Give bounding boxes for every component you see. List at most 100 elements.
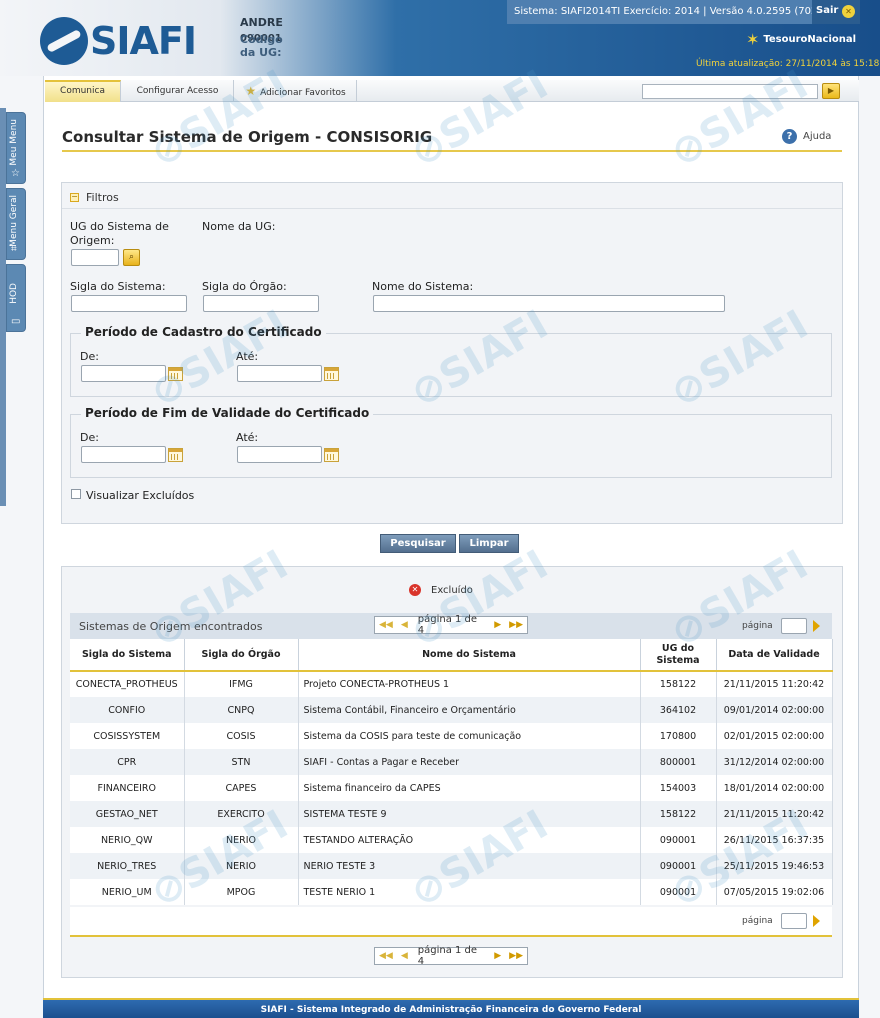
results-table: Sigla do Sistema Sigla do Órgão Nome do …: [70, 639, 833, 905]
help-label: Ajuda: [803, 131, 832, 142]
nome-ug-label: Nome da UG:: [202, 220, 276, 233]
table-row[interactable]: FINANCEIRO CAPES Sistema financeiro da CAP…: [70, 775, 833, 801]
prev-page-icon[interactable]: ◀: [401, 951, 408, 961]
cell-sigla-orgao: MPOG: [184, 879, 299, 905]
ug-sistema-input[interactable]: [71, 249, 119, 266]
calendar-icon[interactable]: [324, 448, 339, 462]
page-number-input[interactable]: [780, 618, 807, 634]
system-info: Sistema: SIAFI2014TI Exercício: 2014 | V…: [507, 0, 812, 24]
menu-search-button[interactable]: ▶: [822, 83, 840, 99]
results-panel: ✕ Excluído Sistemas de Origem encontrado…: [61, 566, 843, 978]
watermark-logo: ⊘SIAFI: [142, 61, 296, 177]
sidebar-tab-meu-menu[interactable]: Meu Menu ☆: [6, 112, 26, 184]
table-row[interactable]: CONFIO CNPQ Sistema Contábil, Financeiro e…: [70, 697, 833, 723]
cell-ug-sistema: 090001: [640, 853, 717, 879]
logout-button[interactable]: Sair ✕: [812, 0, 860, 24]
visualizar-excluidos-checkbox[interactable]: [71, 489, 81, 499]
prev-page-icon[interactable]: ◀: [401, 620, 408, 630]
calendar-icon[interactable]: [168, 367, 183, 381]
main-content: Comunica Configurar Acesso ★ Adicionar Fa…: [43, 61, 859, 998]
table-header-row: Sigla do Sistema Sigla do Órgão Nome do …: [70, 639, 833, 672]
collapse-icon[interactable]: −: [70, 193, 79, 202]
visualizar-excluidos-label: Visualizar Excluídos: [86, 489, 195, 502]
table-row[interactable]: GESTAO_NET EXERCITO SISTEMA TESTE 9 158122 2…: [70, 801, 833, 827]
cadastro-ate-input[interactable]: [237, 365, 322, 382]
header: SIAFI ANDRE Código da UG: 090001 Sistema:…: [0, 0, 880, 76]
cadastro-de-label: De:: [80, 350, 99, 363]
cell-nome-sistema: TESTE NERIO 1: [298, 879, 641, 905]
clear-button[interactable]: Limpar: [459, 534, 519, 553]
first-page-icon[interactable]: ◀◀: [379, 951, 393, 961]
user-ug: Código da UG: 090001: [240, 33, 283, 59]
sidebar-tab-hod[interactable]: HOD ▭: [6, 264, 26, 332]
last-update: Última atualização: 27/11/2014 às 15:18: [696, 59, 880, 69]
excluido-label: Excluído: [431, 584, 473, 596]
table-row[interactable]: NERIO_UM MPOG TESTE NERIO 1 090001 07/05/201…: [70, 879, 833, 905]
cell-sigla-orgao: CAPES: [184, 775, 299, 801]
siafi-logo: SIAFI: [40, 16, 197, 66]
ug-label: Código da UG:: [240, 33, 283, 59]
calendar-icon[interactable]: [324, 367, 339, 381]
cell-sigla-orgao: IFMG: [184, 671, 299, 697]
title-divider: [62, 150, 842, 152]
watermark-logo: ⊘SIAFI: [662, 61, 816, 177]
cell-sigla-sistema: CONFIO: [70, 697, 185, 723]
cell-ug-sistema: 090001: [640, 827, 717, 853]
table-body: CONECTA_PROTHEUS IFMG Projeto CONECTA-PROT…: [70, 671, 833, 905]
menu-search-input[interactable]: [642, 84, 818, 99]
tesouro-logo: ✶ TesouroNacional: [746, 30, 856, 49]
last-page-icon[interactable]: ▶▶: [509, 951, 523, 961]
tab-label: Adicionar Favoritos: [260, 88, 346, 98]
tab-adicionar-favoritos[interactable]: ★ Adicionar Favoritos: [235, 80, 357, 102]
cadastro-de-input[interactable]: [81, 365, 166, 382]
first-page-icon[interactable]: ◀◀: [379, 620, 393, 630]
tab-configurar-acesso[interactable]: Configurar Acesso: [122, 80, 234, 102]
table-row[interactable]: NERIO_TRES NERIO NERIO TESTE 3 090001 25/11/…: [70, 853, 833, 879]
cell-ug-sistema: 090001: [640, 879, 717, 905]
nome-sistema-input[interactable]: [373, 295, 725, 312]
search-icon[interactable]: ⌕: [123, 249, 140, 266]
sigla-orgao-input[interactable]: [203, 295, 319, 312]
col-nome-sistema[interactable]: Nome do Sistema: [298, 639, 641, 672]
cell-sigla-sistema: CPR: [70, 749, 185, 775]
col-data-validade[interactable]: Data de Validade: [716, 639, 833, 672]
validade-ate-input[interactable]: [237, 446, 322, 463]
cell-nome-sistema: NERIO TESTE 3: [298, 853, 641, 879]
validade-fieldset: Período de Fim de Validade do Certificad…: [70, 406, 832, 478]
validade-legend: Período de Fim de Validade do Certificad…: [81, 406, 374, 420]
sidebar-tab-menu-geral[interactable]: Menu Geral ⌗: [6, 188, 26, 260]
table-row[interactable]: NERIO_QW NERIO TESTANDO ALTERAÇÃO 090001 26/…: [70, 827, 833, 853]
go-page-icon[interactable]: [812, 915, 820, 927]
validade-de-input[interactable]: [81, 446, 166, 463]
next-page-icon[interactable]: ▶: [494, 620, 501, 630]
col-sigla-sistema[interactable]: Sigla do Sistema: [70, 639, 185, 672]
monitor-icon: ▭: [11, 316, 21, 327]
help-link[interactable]: ? Ajuda: [782, 129, 831, 144]
tab-label: Configurar Acesso: [136, 86, 219, 96]
last-page-icon[interactable]: ▶▶: [509, 620, 523, 630]
filters-header[interactable]: − Filtros: [62, 183, 842, 209]
cell-nome-sistema: Sistema financeiro da CAPES: [298, 775, 641, 801]
page-number-input[interactable]: [780, 913, 807, 929]
col-sigla-orgao[interactable]: Sigla do Órgão: [184, 639, 299, 672]
search-button[interactable]: Pesquisar: [380, 534, 456, 553]
sigla-sistema-input[interactable]: [71, 295, 187, 312]
arrow-right-icon: ▶: [827, 86, 835, 95]
cell-nome-sistema: TESTANDO ALTERAÇÃO: [298, 827, 641, 853]
table-row[interactable]: CPR STN SIAFI - Contas a Pagar e Receber 80…: [70, 749, 833, 775]
tab-comunica[interactable]: Comunica: [45, 80, 121, 102]
next-page-icon[interactable]: ▶: [494, 951, 501, 961]
grid-caption: Sistemas de Origem encontrados: [79, 620, 263, 633]
cell-nome-sistema: Projeto CONECTA-PROTHEUS 1: [298, 671, 641, 697]
cell-data-validade: 26/11/2015 16:37:35: [716, 827, 833, 853]
table-row[interactable]: CONECTA_PROTHEUS IFMG Projeto CONECTA-PROT…: [70, 671, 833, 697]
table-row[interactable]: COSISSYSTEM COSIS Sistema da COSIS para te…: [70, 723, 833, 749]
col-ug-sistema[interactable]: UG do Sistema: [640, 639, 717, 672]
tab-label: Comunica: [60, 86, 105, 96]
cell-sigla-sistema: CONECTA_PROTHEUS: [70, 671, 185, 697]
cadastro-legend: Período de Cadastro do Certificado: [81, 325, 326, 339]
go-page-icon[interactable]: [812, 620, 820, 632]
close-icon: ✕: [842, 5, 855, 18]
calendar-icon[interactable]: [168, 448, 183, 462]
page-jump-top: página: [742, 618, 820, 634]
